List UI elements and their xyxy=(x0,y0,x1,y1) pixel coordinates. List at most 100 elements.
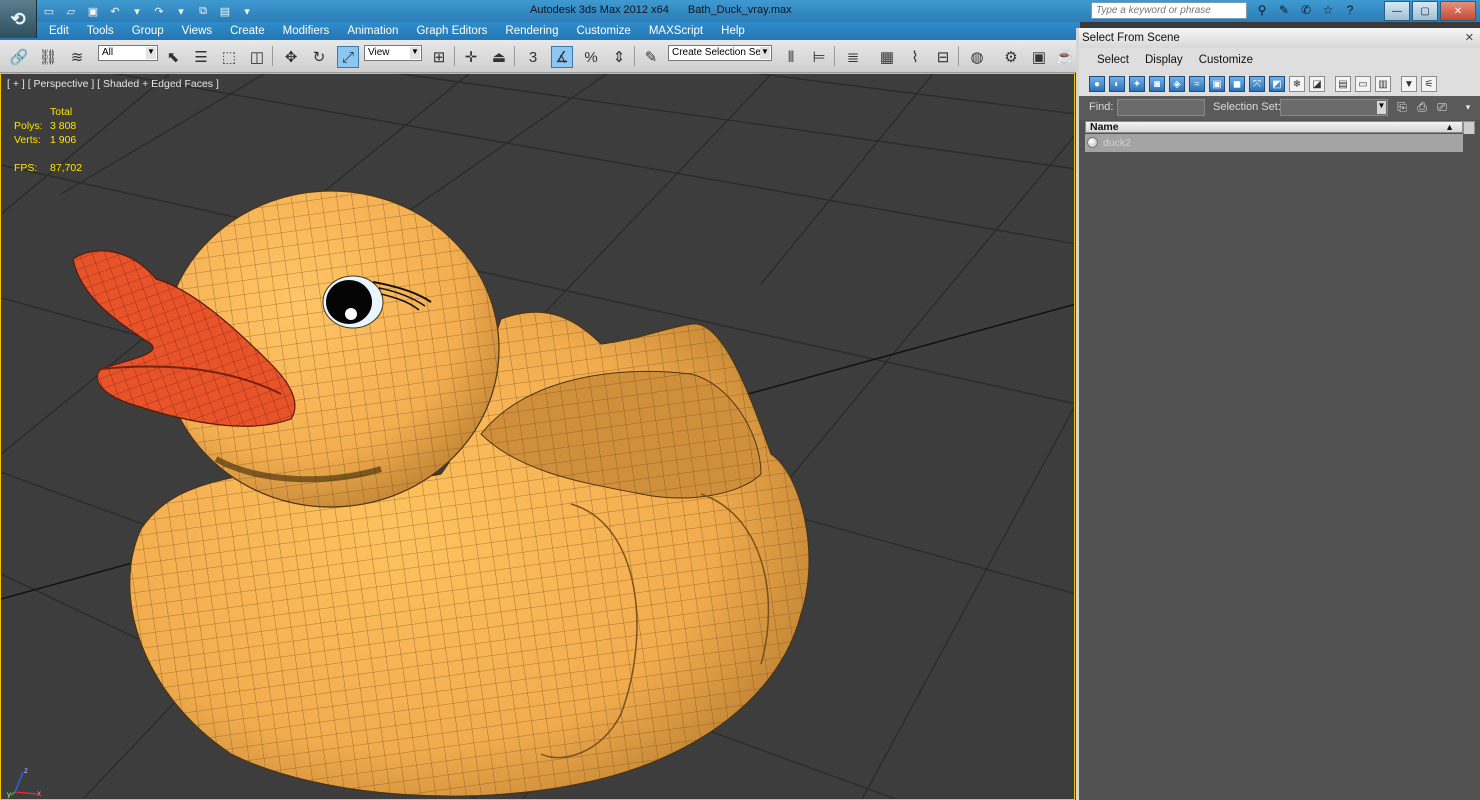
menu-group[interactable]: Group xyxy=(123,25,173,37)
display-containers-icon[interactable]: ◩ xyxy=(1269,76,1285,92)
close-button[interactable]: ✕ xyxy=(1440,1,1476,21)
menu-customize[interactable]: Customize xyxy=(567,25,639,37)
display-frozen-icon[interactable]: ❄ xyxy=(1289,76,1305,92)
display-xrefs-icon[interactable]: ◼ xyxy=(1229,76,1245,92)
more-options-chevron-icon[interactable]: ▾ xyxy=(1461,100,1475,115)
select-and-rotate-icon[interactable]: ↻ xyxy=(308,46,330,68)
dialog-menu-select[interactable]: Select xyxy=(1089,54,1137,66)
maximize-button[interactable]: ▢ xyxy=(1412,1,1438,21)
named-selection-set-dropdown[interactable]: Create Selection Se xyxy=(668,45,772,61)
pivot-center-icon[interactable]: ⊞ xyxy=(428,46,450,68)
find-bar: Find: Selection Set: ⎘ ⎙ ⎚ ▾ xyxy=(1079,96,1480,120)
list-item[interactable]: duck2 xyxy=(1085,134,1463,152)
perspective-viewport[interactable]: [ + ] [ Perspective ] [ Shaded + Edged F… xyxy=(0,73,1075,800)
selection-set-dropdown[interactable] xyxy=(1280,99,1388,116)
keyboard-shortcut-override-icon[interactable]: ⏏ xyxy=(488,46,510,68)
save-file-icon[interactable]: ▣ xyxy=(84,3,102,19)
object-name: duck2 xyxy=(1103,137,1132,149)
undo-icon[interactable]: ↶ xyxy=(106,3,124,19)
rendered-frame-window-icon[interactable]: ▣ xyxy=(1028,46,1050,68)
name-column-header[interactable]: Name ▲ xyxy=(1085,121,1463,133)
display-bones-icon[interactable]: ⤧ xyxy=(1249,76,1265,92)
application-menu-button[interactable]: ⟲ xyxy=(0,0,37,38)
curve-editor-icon[interactable]: ⌇ xyxy=(904,46,926,68)
menu-modifiers[interactable]: Modifiers xyxy=(274,25,339,37)
select-by-name-icon[interactable]: ☰ xyxy=(190,46,212,68)
render-setup-icon[interactable]: ⚙ xyxy=(1000,46,1022,68)
display-none-icon[interactable]: ▭ xyxy=(1355,76,1371,92)
open-file-icon[interactable]: ▱ xyxy=(62,3,80,19)
dialog-menu-customize[interactable]: Customize xyxy=(1191,54,1261,66)
communication-icon[interactable]: ✆ xyxy=(1298,2,1314,18)
display-shapes-icon[interactable]: ◐ xyxy=(1109,76,1125,92)
select-and-manipulate-icon[interactable]: ✛ xyxy=(460,46,482,68)
menu-help[interactable]: Help xyxy=(712,25,754,37)
redo-dropdown-icon[interactable]: ▾ xyxy=(172,3,190,19)
display-geometry-icon[interactable]: ● xyxy=(1089,76,1105,92)
select-and-move-icon[interactable]: ✥ xyxy=(280,46,302,68)
percent-snap-toggle-button[interactable]: % xyxy=(580,46,602,68)
select-and-link-icon[interactable]: 🔗 xyxy=(8,46,30,68)
bind-to-space-warp-icon[interactable]: ≋ xyxy=(66,46,88,68)
undo-dropdown-icon[interactable]: ▾ xyxy=(128,3,146,19)
render-production-icon[interactable]: ☕ xyxy=(1054,46,1076,68)
schematic-view-icon[interactable]: ⊟ xyxy=(932,46,954,68)
filter-options-icon[interactable]: ⚟ xyxy=(1421,76,1437,92)
select-object-icon[interactable]: ⬉ xyxy=(162,46,184,68)
angle-snap-toggle-icon[interactable]: ∡ xyxy=(551,46,573,68)
window-crossing-icon[interactable]: ◫ xyxy=(246,46,268,68)
display-lights-icon[interactable]: ✦ xyxy=(1129,76,1145,92)
display-invert-icon[interactable]: ▥ xyxy=(1375,76,1391,92)
filter-funnel-icon[interactable]: ▼ xyxy=(1401,76,1417,92)
select-and-scale-icon[interactable]: ⤢ xyxy=(337,46,359,68)
align-icon[interactable]: ⊨ xyxy=(808,46,830,68)
reference-coordinate-dropdown[interactable]: View xyxy=(364,45,422,61)
display-filter-toolbar: ● ◐ ✦ ◙ ◈ ≈ ▣ ◼ ⤧ ◩ ❄ ◪ ▤ ▭ ▥ ▼ ⚟ xyxy=(1079,72,1480,98)
name-column-label: Name xyxy=(1090,121,1119,133)
menu-graph-editors[interactable]: Graph Editors xyxy=(407,25,496,37)
help-icon[interactable]: ? xyxy=(1342,2,1358,18)
edit-named-selection-icon[interactable]: ✎ xyxy=(640,46,662,68)
menu-views[interactable]: Views xyxy=(173,25,221,37)
spinner-snap-toggle-icon[interactable]: ⇕ xyxy=(608,46,630,68)
display-groups-icon[interactable]: ▣ xyxy=(1209,76,1225,92)
viewport-label-menu[interactable]: [ + ] [ Perspective ] [ Shaded + Edged F… xyxy=(7,78,219,90)
menu-maxscript[interactable]: MAXScript xyxy=(640,25,712,37)
select-from-scene-dialog: Select From Scene ✕ Select Display Custo… xyxy=(1076,28,1480,800)
favorites-star-icon[interactable]: ☆ xyxy=(1320,2,1336,18)
binoculars-icon[interactable]: ⚲ xyxy=(1254,2,1270,18)
unlink-selection-icon[interactable]: ⛓ xyxy=(37,46,59,68)
main-toolbar: 🔗 ⛓ ≋ All ⬉ ☰ ⬚ ◫ ✥ ↻ ⤢ View ⊞ ✛ ⏏ 3 ∡ %… xyxy=(0,40,1076,73)
remove-from-set-icon[interactable]: ⎙ xyxy=(1415,100,1429,115)
display-cameras-icon[interactable]: ◙ xyxy=(1149,76,1165,92)
select-set-icon[interactable]: ⎚ xyxy=(1435,100,1449,115)
add-to-set-icon[interactable]: ⎘ xyxy=(1395,100,1409,115)
dialog-close-button[interactable]: ✕ xyxy=(1465,31,1474,44)
graphite-ribbon-icon[interactable]: ▦ xyxy=(876,46,898,68)
material-editor-icon[interactable]: ◍ xyxy=(966,46,988,68)
menu-edit[interactable]: Edit xyxy=(40,25,78,37)
redo-icon[interactable]: ↷ xyxy=(150,3,168,19)
subscription-icon[interactable]: ✎ xyxy=(1276,2,1292,18)
rectangular-selection-icon[interactable]: ⬚ xyxy=(218,46,240,68)
menu-create[interactable]: Create xyxy=(221,25,274,37)
find-input[interactable] xyxy=(1117,99,1205,116)
menu-tools[interactable]: Tools xyxy=(78,25,123,37)
workspace-icon[interactable]: ▤ xyxy=(216,3,234,19)
minimize-button[interactable]: — xyxy=(1384,1,1410,21)
display-all-icon[interactable]: ▤ xyxy=(1335,76,1351,92)
display-helpers-icon[interactable]: ◈ xyxy=(1169,76,1185,92)
project-folder-icon[interactable]: ⧉ xyxy=(194,3,212,19)
infocenter-search-input[interactable]: Type a keyword or phrase xyxy=(1091,2,1247,19)
selection-filter-dropdown[interactable]: All xyxy=(98,45,158,61)
snaps-toggle-button[interactable]: 3 xyxy=(522,46,544,68)
menu-animation[interactable]: Animation xyxy=(338,25,407,37)
layer-manager-icon[interactable]: ≣ xyxy=(842,46,864,68)
customize-qat-icon[interactable]: ▾ xyxy=(238,3,256,19)
display-hidden-icon[interactable]: ◪ xyxy=(1309,76,1325,92)
dialog-menu-display[interactable]: Display xyxy=(1137,54,1191,66)
menu-rendering[interactable]: Rendering xyxy=(496,25,567,37)
mirror-icon[interactable]: ⫴ xyxy=(780,46,802,68)
new-file-icon[interactable]: ▭ xyxy=(40,3,58,19)
display-space-warps-icon[interactable]: ≈ xyxy=(1189,76,1205,92)
